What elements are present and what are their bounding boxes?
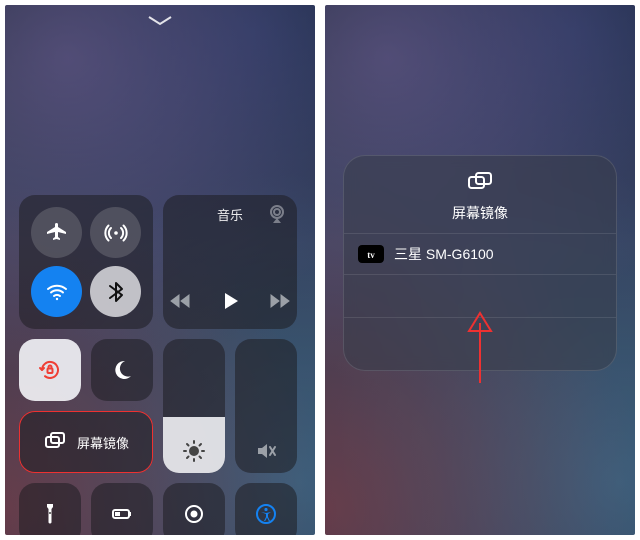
low-power-mode-button[interactable] — [91, 483, 153, 535]
screen-record-button[interactable] — [163, 483, 225, 535]
bluetooth-toggle[interactable] — [90, 266, 141, 317]
control-center-grid: 音乐 屏幕镜像 — [19, 195, 301, 535]
connectivity-group — [19, 195, 153, 329]
flashlight-button[interactable] — [19, 483, 81, 535]
panel-title: 屏幕镜像 — [452, 203, 508, 223]
screen-mirroring-icon — [43, 430, 67, 454]
play-button[interactable] — [218, 289, 242, 313]
volume-slider[interactable] — [235, 339, 297, 473]
device-row[interactable]: tv 三星 SM-G6100 — [344, 233, 616, 274]
airplane-mode-toggle[interactable] — [31, 207, 82, 258]
accessibility-button[interactable] — [235, 483, 297, 535]
device-name: 三星 SM-G6100 — [394, 244, 494, 264]
screen-mirroring-button[interactable]: 屏幕镜像 — [19, 411, 153, 473]
brightness-slider[interactable] — [163, 339, 225, 473]
music-card[interactable]: 音乐 — [163, 195, 297, 329]
brightness-icon — [182, 439, 206, 463]
do-not-disturb-toggle[interactable] — [91, 339, 153, 401]
music-title: 音乐 — [217, 205, 243, 224]
screen-mirroring-label: 屏幕镜像 — [77, 433, 129, 452]
volume-mute-icon — [254, 439, 278, 463]
screen-mirroring-icon — [466, 170, 494, 203]
rotation-lock-toggle[interactable] — [19, 339, 81, 401]
ios-control-center-screenshot: 音乐 屏幕镜像 — [5, 5, 315, 535]
next-track-button[interactable] — [268, 289, 292, 313]
prev-track-button[interactable] — [168, 289, 192, 313]
music-transport-controls — [168, 289, 292, 313]
annotation-arrow-icon — [465, 305, 495, 385]
panel-header: 屏幕镜像 — [344, 156, 616, 233]
wifi-toggle[interactable] — [31, 266, 82, 317]
screen-mirroring-picker-screenshot: 屏幕镜像 tv 三星 SM-G6100 — [325, 5, 635, 535]
svg-text:tv: tv — [367, 250, 375, 260]
appletv-badge-icon: tv — [358, 245, 384, 263]
collapse-chevron-icon[interactable] — [146, 13, 174, 27]
cellular-data-toggle[interactable] — [90, 207, 141, 258]
airplay-audio-icon[interactable] — [265, 203, 289, 227]
